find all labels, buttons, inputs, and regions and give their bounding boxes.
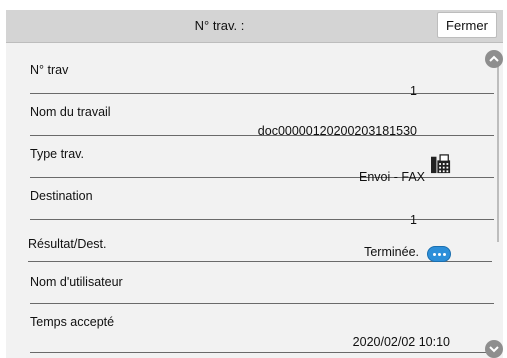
destination-label: Destination — [30, 189, 93, 203]
job-type-label: Type trav. — [30, 147, 84, 161]
chevron-down-icon[interactable] — [485, 340, 503, 358]
row-destination: Destination 1 — [30, 178, 494, 227]
row-result-destination: Résultat/Dest. Terminée. — [28, 220, 492, 262]
user-name-label: Nom d'utilisateur — [30, 275, 123, 289]
chevron-up-icon[interactable] — [485, 50, 503, 68]
accepted-time-value: 2020/02/02 10:10 — [352, 335, 450, 349]
page-title: N° trav. : — [194, 18, 245, 33]
job-details-panel: N° trav 1 Nom du travail doc000001202002… — [6, 43, 503, 358]
more-details-icon[interactable] — [427, 246, 451, 262]
result-value: Terminée. — [364, 245, 419, 259]
fax-icon — [431, 154, 451, 174]
row-job-name: Nom du travail doc00000120200203181530 — [30, 94, 494, 138]
row-user-name: Nom d'utilisateur — [30, 262, 494, 304]
close-button[interactable]: Fermer — [437, 12, 497, 38]
result-label: Résultat/Dest. — [28, 237, 107, 251]
accepted-time-label: Temps accepté — [30, 315, 115, 329]
row-accepted-time: Temps accepté 2020/02/02 10:10 — [30, 307, 494, 353]
scrollbar[interactable] — [497, 64, 499, 242]
row-job-number: N° trav 1 — [30, 52, 494, 98]
job-number-label: N° trav — [30, 63, 69, 77]
row-job-type: Type trav. Envoi - FAX — [30, 136, 494, 184]
title-bar: N° trav. : Fermer — [6, 10, 503, 43]
job-name-label: Nom du travail — [30, 105, 111, 119]
